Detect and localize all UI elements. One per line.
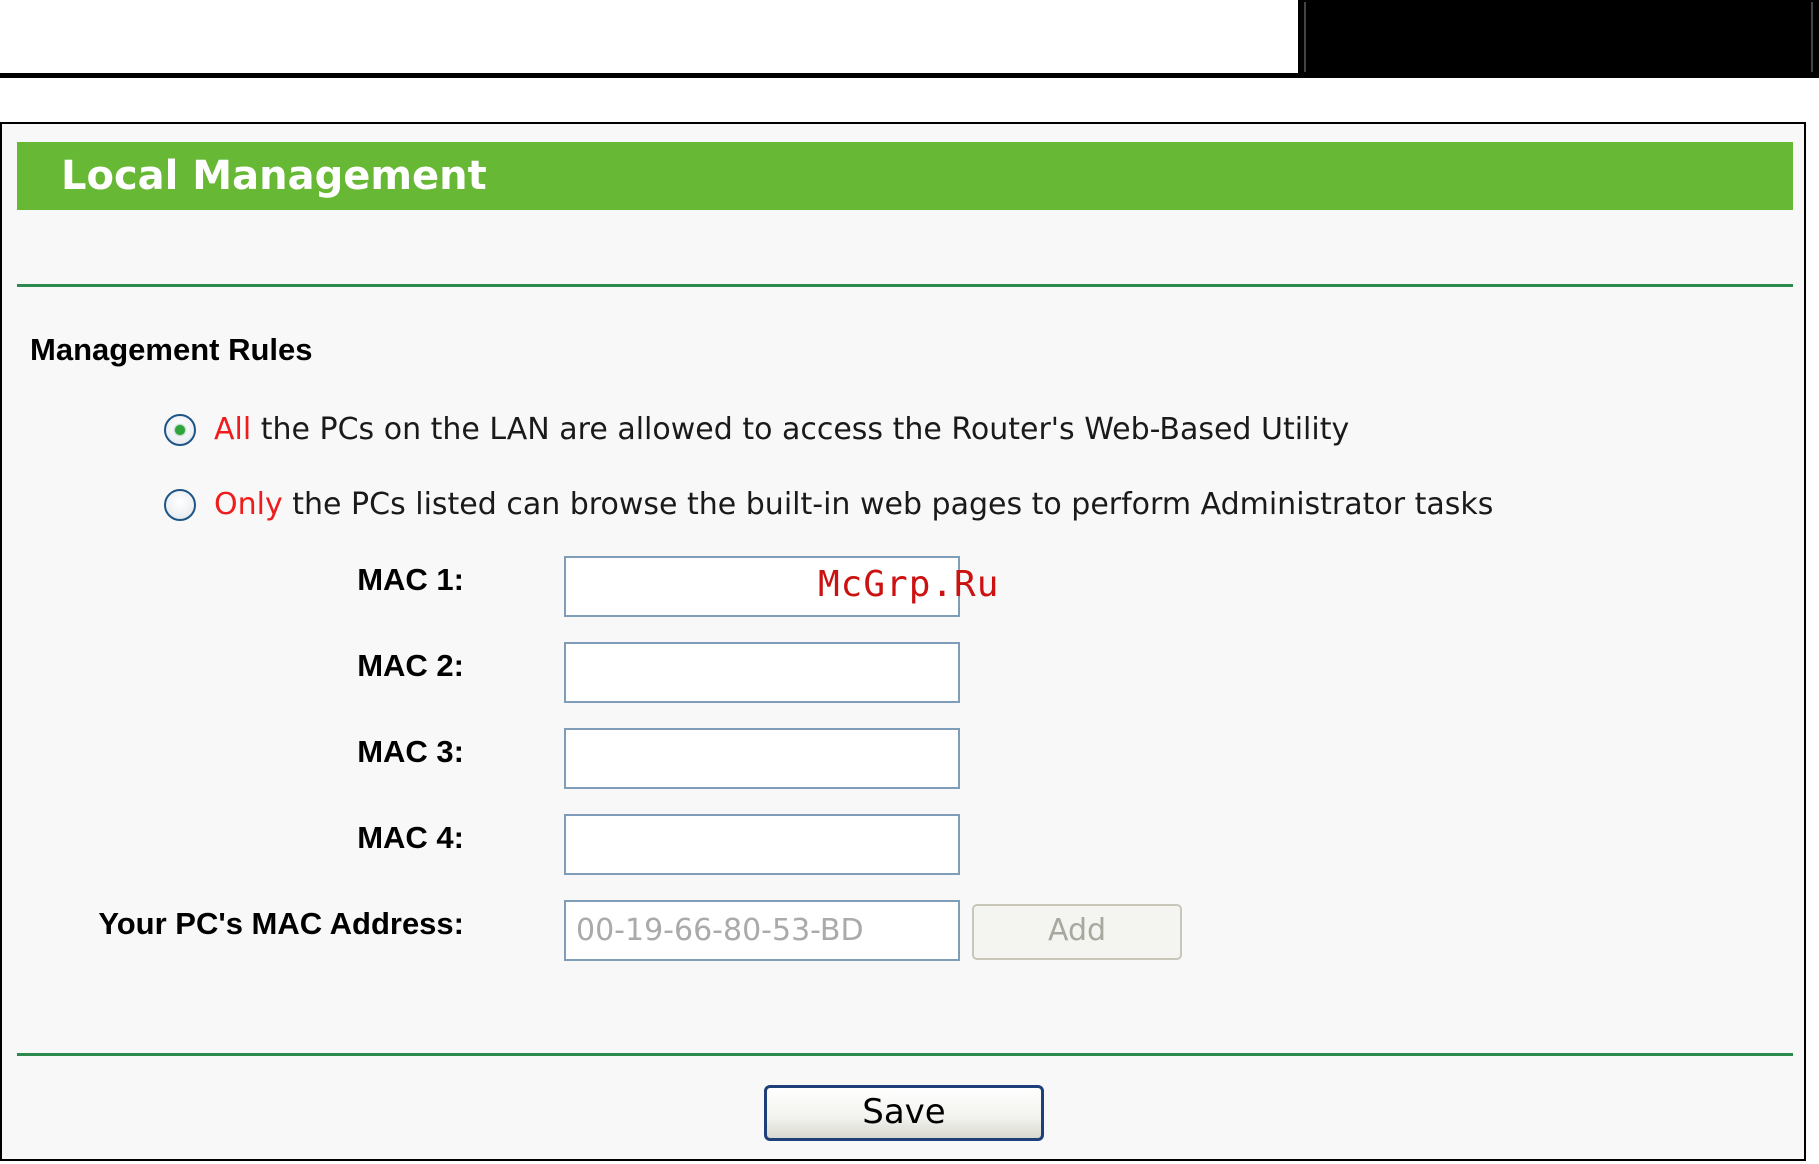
mac-2-label: MAC 2: (357, 648, 464, 683)
bottom-divider (17, 1053, 1793, 1056)
page-title: Local Management (61, 153, 487, 199)
mac-4-label: MAC 4: (357, 820, 464, 855)
document-header (0, 0, 1819, 80)
rule-only-text: the PCs listed can browse the built-in w… (282, 487, 1494, 522)
mac-3-label: MAC 3: (357, 734, 464, 769)
your-mac-input (564, 900, 960, 961)
rule-all-label: All the PCs on the LAN are allowed to ac… (214, 410, 1349, 450)
mac-4-input[interactable] (564, 814, 960, 875)
title-bar: Local Management (17, 142, 1793, 210)
add-button[interactable]: Add (972, 904, 1182, 960)
rule-all-radio[interactable] (164, 414, 196, 446)
your-mac-label: Your PC's MAC Address: (98, 906, 464, 941)
local-management-panel: Local Management Management Rules All th… (0, 122, 1806, 1161)
save-button[interactable]: Save (764, 1085, 1044, 1141)
section-title: Management Rules (30, 332, 313, 367)
mac-2-input[interactable] (564, 642, 960, 703)
rule-all-option[interactable]: All the PCs on the LAN are allowed to ac… (164, 408, 1349, 452)
mac-3-input[interactable] (564, 728, 960, 789)
rule-all-emphasis: All (214, 412, 252, 447)
rule-only-emphasis: Only (214, 487, 283, 522)
rule-all-text: the PCs on the LAN are allowed to access… (251, 412, 1350, 447)
top-divider (17, 284, 1793, 287)
rule-only-radio[interactable] (164, 489, 196, 521)
rule-only-option[interactable]: Only the PCs listed can browse the built… (164, 483, 1493, 527)
mac-1-label: MAC 1: (357, 562, 464, 597)
header-black-tab (1298, 0, 1819, 78)
rule-only-label: Only the PCs listed can browse the built… (214, 485, 1493, 525)
watermark: McGrp.Ru (818, 564, 1000, 605)
